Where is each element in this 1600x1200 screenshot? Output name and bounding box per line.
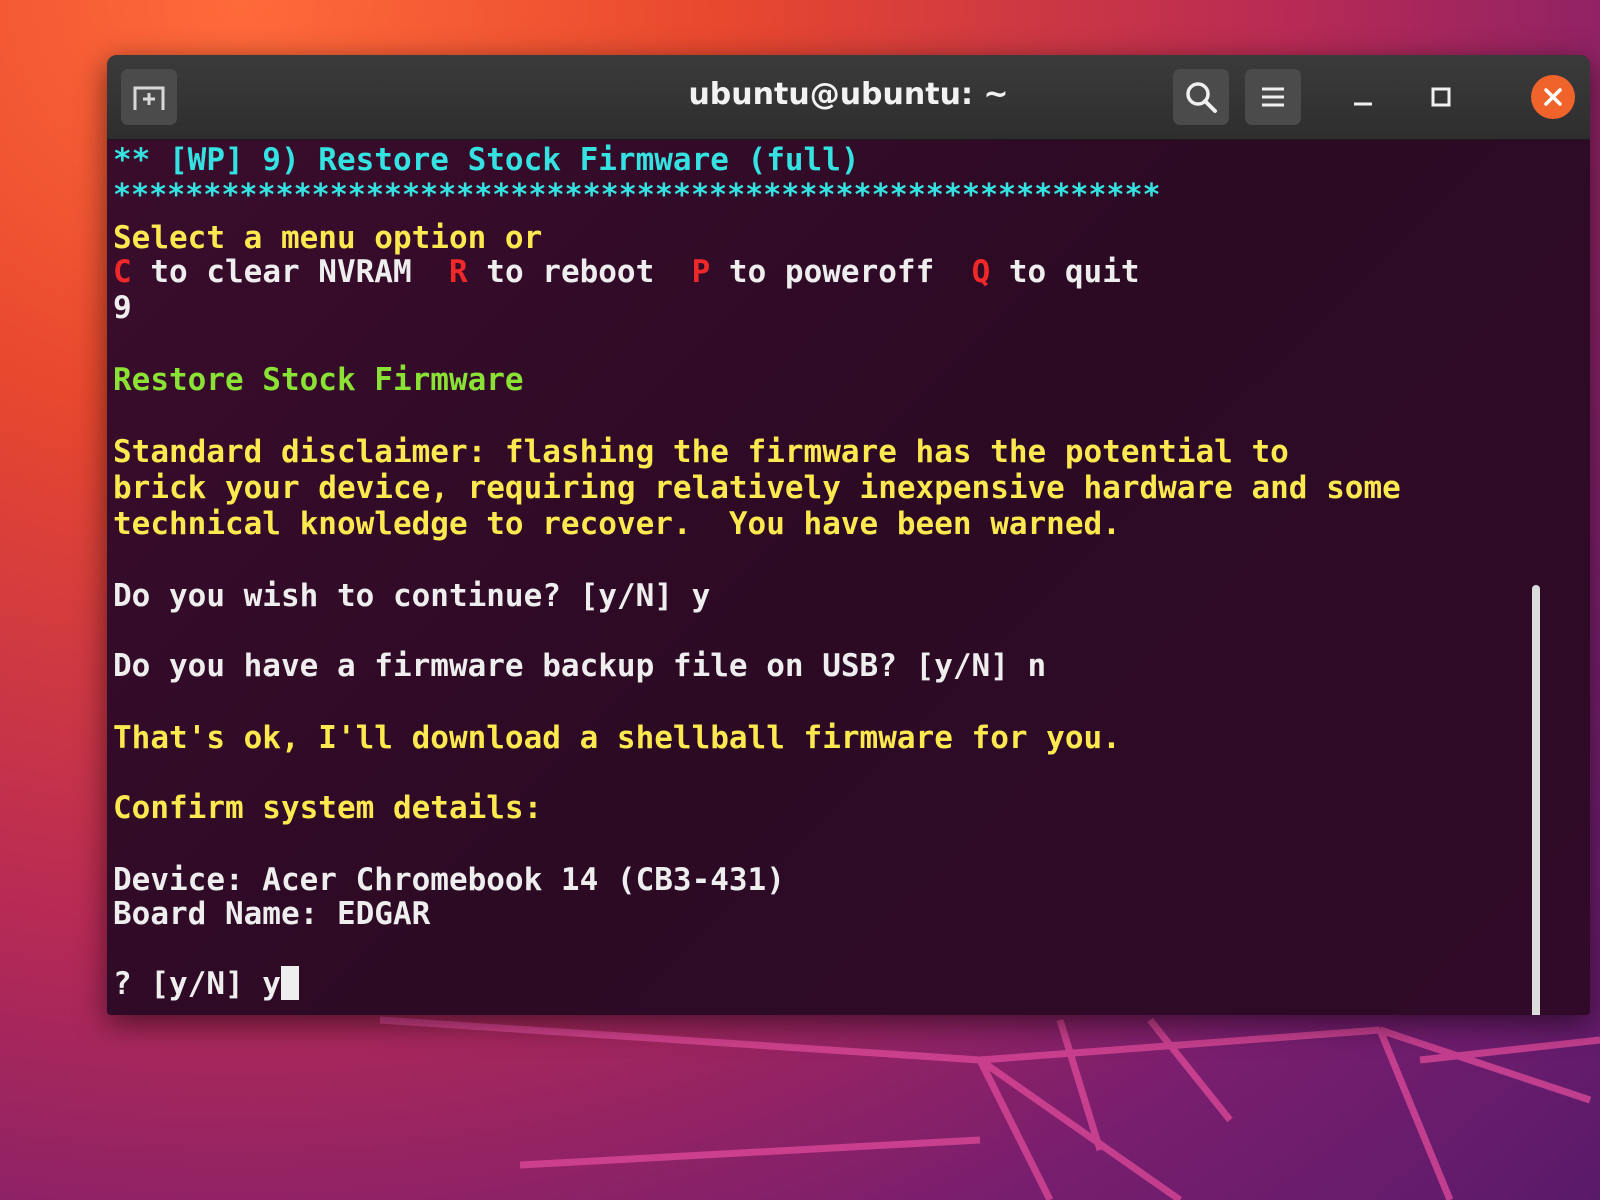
minimize-button[interactable]: [1335, 69, 1391, 125]
continue-prompt: Do you wish to continue? [y/N] y: [113, 578, 711, 614]
menu-options-line: C to clear NVRAM R to reboot P to powero…: [113, 254, 1140, 290]
device-info: Device: Acer Chromebook 14 (CB3-431): [113, 862, 785, 898]
user-choice: 9: [113, 290, 132, 326]
close-icon: [1544, 88, 1562, 106]
menu-header: ** [WP] 9) Restore Stock Firmware (full): [113, 142, 860, 178]
board-name: Board Name: EDGAR: [113, 896, 431, 932]
disclaimer-line-3: technical knowledge to recover. You have…: [113, 506, 1121, 542]
quit-key: Q: [971, 254, 991, 290]
reboot-key: R: [448, 254, 468, 290]
scrollbar[interactable]: [1532, 585, 1540, 1015]
reboot-text: to reboot: [467, 254, 692, 290]
final-prompt-line[interactable]: ? [y/N] y: [113, 966, 299, 1002]
search-icon: [1186, 82, 1217, 113]
maximize-button[interactable]: [1413, 69, 1469, 125]
maximize-icon: [1431, 87, 1451, 107]
confirm-title: Confirm system details:: [113, 790, 543, 826]
disclaimer-line-2: brick your device, requiring relatively …: [113, 470, 1401, 506]
title-bar: ubuntu@ubuntu: ~: [107, 55, 1590, 140]
poweroff-text: to poweroff: [710, 254, 972, 290]
menu-button[interactable]: [1245, 69, 1301, 125]
clear-nvram-text: to clear NVRAM: [131, 254, 449, 290]
download-message: That's ok, I'll download a shellball fir…: [113, 720, 1121, 756]
terminal-output[interactable]: ** [WP] 9) Restore Stock Firmware (full)…: [107, 140, 1590, 1015]
poweroff-key: P: [691, 254, 711, 290]
text-cursor: [280, 966, 299, 1000]
hamburger-menu-icon: [1262, 87, 1284, 107]
section-title: Restore Stock Firmware: [113, 362, 524, 398]
final-prompt: ? [y/N] y: [113, 966, 281, 1002]
usb-backup-prompt: Do you have a firmware backup file on US…: [113, 648, 1047, 684]
terminal-window: ubuntu@ubuntu: ~ ** [WP] 9) Restore Stoc…: [107, 55, 1590, 1015]
disclaimer-line-1: Standard disclaimer: flashing the firmwa…: [113, 434, 1289, 470]
quit-text: to quit: [990, 254, 1140, 290]
close-button[interactable]: [1531, 75, 1575, 119]
clear-nvram-key: C: [113, 254, 132, 290]
separator-line: ****************************************…: [113, 178, 1161, 213]
select-prompt: Select a menu option or: [113, 220, 543, 256]
search-button[interactable]: [1173, 69, 1229, 125]
minimize-icon: [1354, 102, 1372, 106]
